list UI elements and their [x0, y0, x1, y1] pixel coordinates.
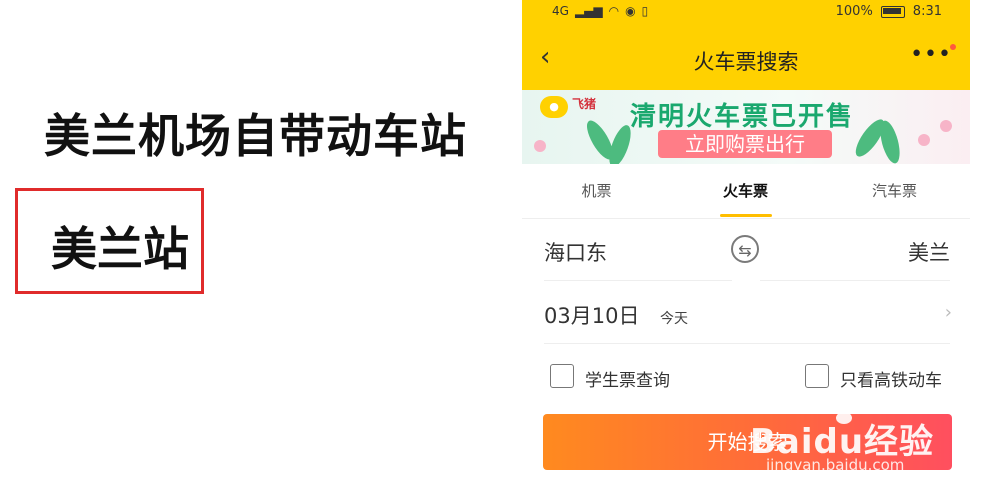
- eye-icon: ◉: [625, 4, 636, 18]
- swap-icon[interactable]: ⇆: [731, 235, 759, 263]
- caption-headline: 美兰机场自带动车站: [44, 109, 467, 163]
- chevron-right-icon: ›: [944, 302, 952, 323]
- phone-screen: 4G ▂▄▆ ◠ ◉ ▯ 100% 8:31 ‹ 火车票搜索 ••• ● 飞猪 …: [522, 0, 970, 504]
- divider: [760, 280, 950, 281]
- fliggy-logo-icon: ●: [540, 96, 568, 118]
- search-button[interactable]: 开始搜索: [543, 414, 952, 470]
- network-label: 4G: [552, 4, 569, 18]
- status-bar: 4G ▂▄▆ ◠ ◉ ▯ 100% 8:31: [522, 0, 970, 24]
- student-option-label[interactable]: 学生票查询: [585, 366, 670, 391]
- promo-banner[interactable]: ● 飞猪 清明火车票已开售 立即购票出行: [522, 90, 970, 164]
- battery-icon: [880, 5, 905, 18]
- date-row[interactable]: 03月10日 今天 ›: [522, 282, 970, 344]
- divider: [544, 280, 732, 281]
- vibrate-icon: ▯: [641, 4, 649, 18]
- banner-title: 清明火车票已开售: [630, 102, 855, 132]
- notification-dot: [950, 44, 956, 50]
- tab-train[interactable]: 火车票: [671, 164, 820, 218]
- tab-indicator: [720, 214, 772, 217]
- battery-percent: 100%: [835, 4, 873, 19]
- banner-buy-button[interactable]: 立即购票出行: [658, 130, 832, 158]
- transport-tabs: 机票 火车票 汽车票: [522, 164, 970, 219]
- flower-decoration: [940, 120, 952, 132]
- highlight-box: 美兰站: [15, 188, 204, 294]
- tab-flight[interactable]: 机票: [522, 164, 671, 218]
- page-title: 火车票搜索: [693, 50, 799, 74]
- flower-decoration: [534, 140, 546, 152]
- highspeed-option-label[interactable]: 只看高铁动车: [840, 366, 942, 391]
- banner-brand: 飞猪: [572, 97, 597, 111]
- wifi-icon: ◠: [608, 4, 620, 18]
- more-dots-icon[interactable]: •••: [910, 42, 952, 67]
- app-header: ‹ 火车票搜索 •••: [522, 24, 970, 90]
- flower-decoration: [918, 134, 930, 146]
- highlight-station-name: 美兰站: [51, 222, 189, 276]
- clock: 8:31: [912, 4, 942, 19]
- options-row: 学生票查询 只看高铁动车: [522, 345, 970, 407]
- date-hint: 今天: [660, 311, 688, 327]
- signal-icon: ▂▄▆: [574, 4, 603, 18]
- highspeed-checkbox[interactable]: [805, 364, 829, 388]
- departure-station[interactable]: 海口东: [544, 237, 607, 267]
- leaf-decoration: [876, 118, 904, 164]
- tab-bus[interactable]: 汽车票: [820, 164, 969, 218]
- student-checkbox[interactable]: [550, 364, 574, 388]
- departure-date[interactable]: 03月10日: [544, 300, 639, 330]
- arrival-station[interactable]: 美兰: [908, 237, 950, 267]
- divider: [544, 343, 950, 344]
- route-row: 海口东 ⇆ 美兰: [522, 219, 970, 281]
